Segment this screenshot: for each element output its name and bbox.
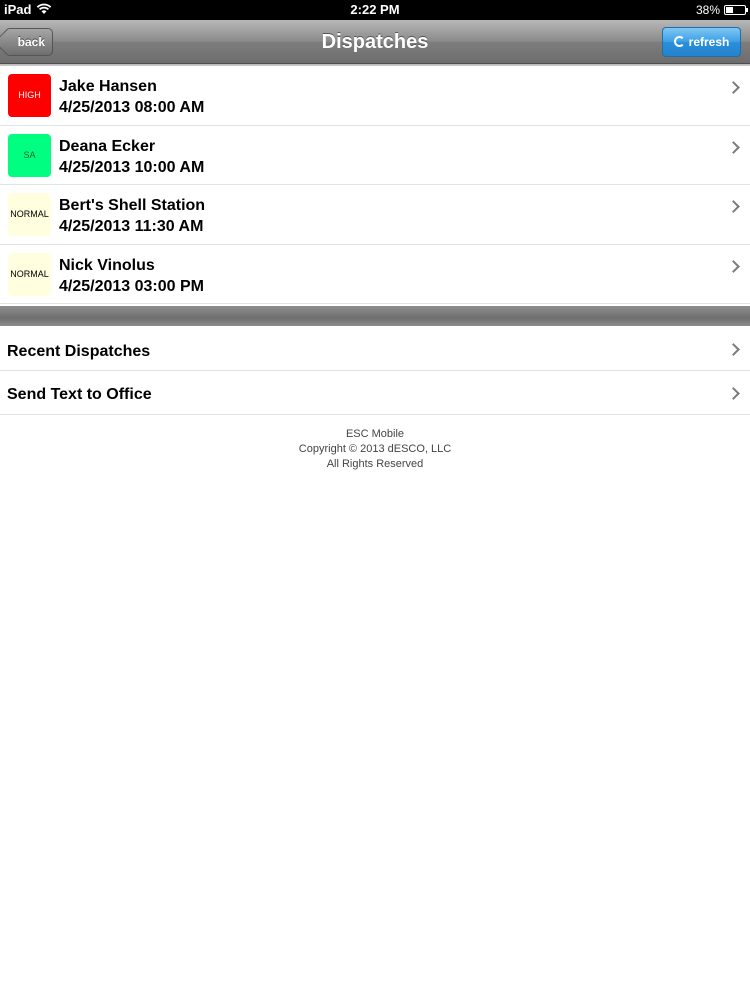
navigation-bar: back Dispatches refresh (0, 20, 750, 64)
dispatch-name: Deana Ecker (59, 137, 156, 155)
dispatch-row[interactable]: NORMAL Nick Vinolus 4/25/2013 03:00 PM (0, 244, 750, 304)
priority-badge: NORMAL (8, 252, 51, 296)
dispatch-row[interactable]: HIGH Jake Hansen 4/25/2013 08:00 AM (0, 66, 750, 126)
dispatch-row[interactable]: NORMAL Bert's Shell Station 4/25/2013 11… (0, 185, 750, 245)
section-separator (0, 306, 750, 326)
send-text-to-office-item[interactable]: Send Text to Office (0, 372, 750, 415)
chevron-right-icon (727, 140, 740, 154)
dispatch-name: Jake Hansen (59, 78, 157, 95)
dispatch-datetime: 4/25/2013 03:00 PM (59, 277, 204, 295)
status-bar: iPad 2:22 PM 38% (0, 0, 750, 20)
chevron-right-icon (727, 259, 740, 273)
dispatch-name: Nick Vinolus (59, 256, 155, 274)
priority-badge: SA (8, 133, 51, 177)
chevron-right-icon (727, 387, 740, 400)
app-name: ESC Mobile (345, 428, 405, 440)
footer: ESC Mobile Copyright © 2013 dESCO, LLC A… (0, 427, 750, 472)
copyright-text: Copyright © 2013 dESCO, LLC (298, 443, 452, 455)
priority-badge: HIGH (8, 74, 51, 117)
recent-dispatches-item[interactable]: Recent Dispatches (0, 328, 750, 371)
clock: 2:22 PM (350, 2, 400, 17)
page-title: Dispatches (321, 31, 429, 53)
dispatch-datetime: 4/25/2013 08:00 AM (59, 99, 205, 116)
battery-icon (724, 5, 748, 15)
chevron-right-icon (727, 200, 740, 213)
battery-percent: 38% (695, 3, 720, 17)
refresh-button[interactable]: refresh (662, 27, 741, 57)
priority-badge: NORMAL (8, 193, 51, 236)
refresh-button-label: refresh (688, 35, 730, 49)
rights-text: All Rights Reserved (326, 458, 424, 470)
dispatch-row[interactable]: SA Deana Ecker 4/25/2013 10:00 AM (0, 125, 750, 185)
menu-item-label: Send Text to Office (7, 386, 152, 403)
refresh-icon (673, 36, 685, 47)
menu-item-label: Recent Dispatches (7, 343, 151, 360)
dispatch-datetime: 4/25/2013 11:30 AM (59, 218, 204, 235)
dispatch-datetime: 4/25/2013 10:00 AM (59, 158, 205, 176)
dispatch-list: HIGH Jake Hansen 4/25/2013 08:00 AM SA D… (0, 66, 750, 304)
chevron-right-icon (727, 343, 740, 356)
dispatch-name: Bert's Shell Station (59, 197, 206, 214)
chevron-right-icon (727, 81, 740, 94)
